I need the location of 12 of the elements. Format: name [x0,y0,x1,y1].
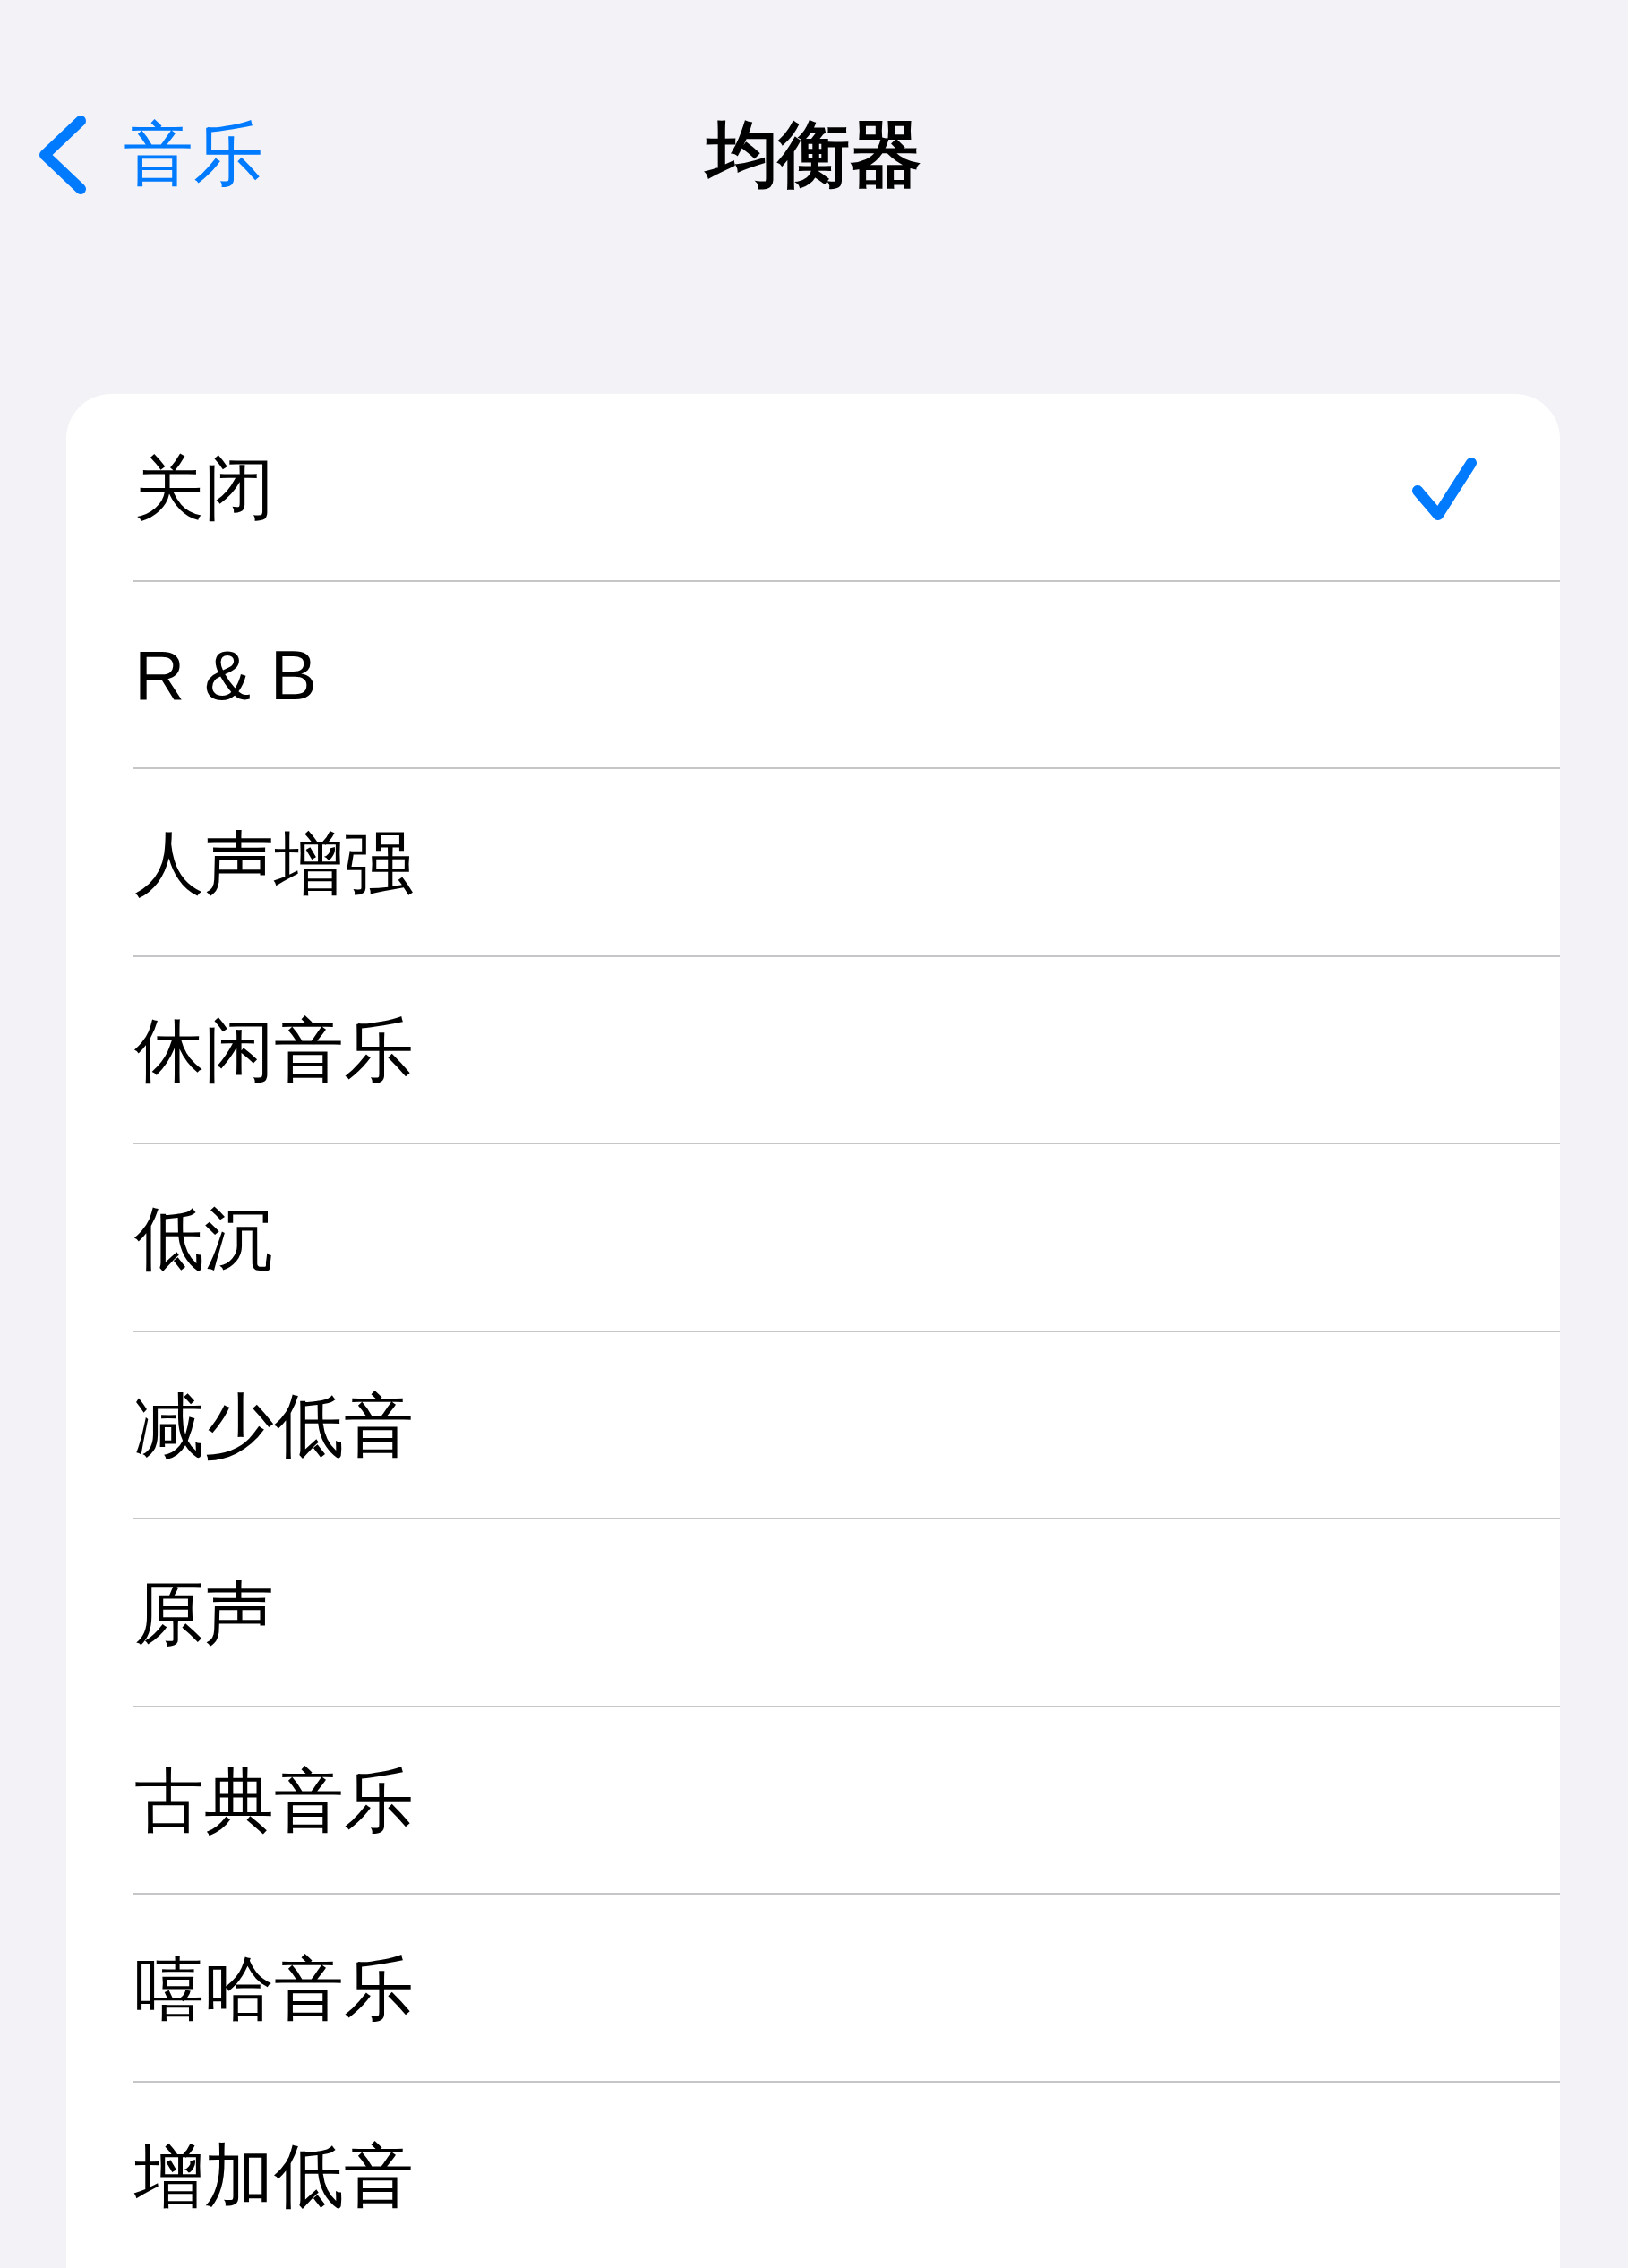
equalizer-option[interactable]: 古典音乐 [66,1707,1560,1893]
equalizer-option[interactable]: 原声 [66,1519,1560,1706]
equalizer-option[interactable]: 低沉 [66,1144,1560,1331]
equalizer-option[interactable]: R & B [66,581,1560,767]
equalizer-option[interactable]: 人声增强 [66,769,1560,955]
equalizer-option[interactable]: 嘻哈音乐 [66,1895,1560,2081]
equalizer-option[interactable]: 减少低音 [66,1331,1560,1518]
equalizer-option[interactable]: 关闭 [66,394,1560,580]
equalizer-option[interactable]: 休闲音乐 [66,956,1560,1143]
chevron-left-icon [38,115,88,195]
equalizer-option[interactable]: 增加低音 [66,2082,1560,2268]
back-button[interactable]: 音乐 [38,115,263,195]
